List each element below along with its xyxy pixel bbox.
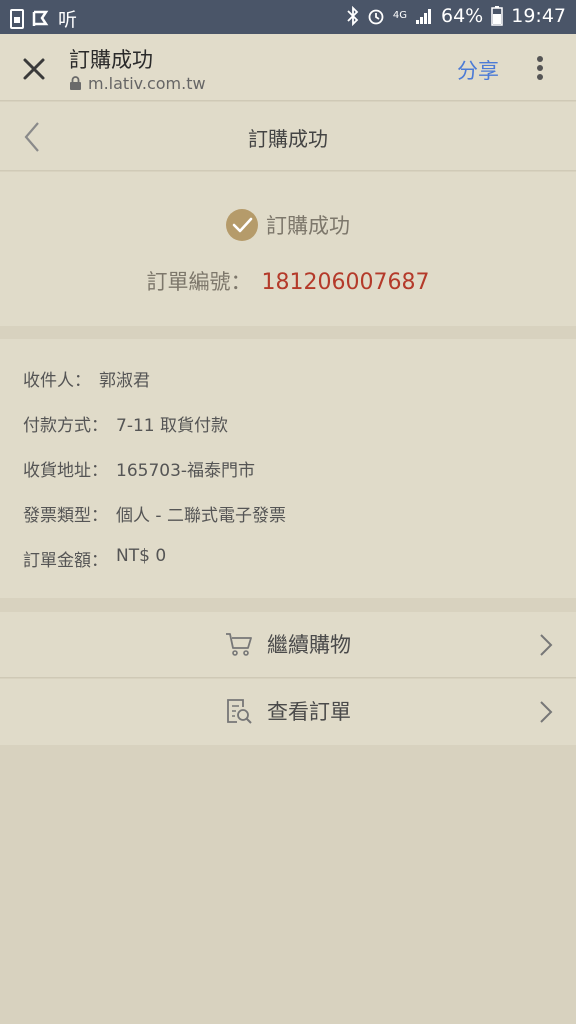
shipping-address-value: 165703-福泰門市 — [116, 461, 256, 481]
recipient-row: 收件人： 郭淑君 — [23, 366, 150, 391]
order-details: 收件人： 郭淑君 付款方式： 7-11 取貨付款 收貨地址： 165703-福泰… — [0, 339, 576, 598]
success-message: 訂購成功 — [266, 214, 350, 238]
continue-shopping-label: 繼續購物 — [267, 633, 351, 657]
success-message-row: 訂購成功 — [0, 209, 576, 241]
url-text: m.lativ.com.tw — [88, 74, 206, 93]
view-orders-content: 查看訂單 — [0, 696, 576, 726]
sim-card-icon — [10, 8, 24, 29]
more-vertical-icon — [537, 56, 543, 80]
order-amount-value: NT$ 0 — [116, 546, 167, 566]
more-options-button[interactable] — [528, 54, 552, 82]
shopping-cart-icon — [226, 633, 252, 656]
lock-icon — [70, 76, 81, 90]
payment-method-row: 付款方式： 7-11 取貨付款 — [23, 411, 228, 436]
url-row: m.lativ.com.tw — [69, 74, 206, 93]
invoice-type-label: 發票類型： — [23, 506, 108, 526]
chevron-right-icon — [540, 701, 553, 723]
check-circle-icon — [226, 209, 258, 241]
signal-icon — [415, 8, 433, 24]
share-button[interactable]: 分享 — [457, 55, 499, 85]
browser-toolbar: 訂購成功 m.lativ.com.tw 分享 — [0, 34, 576, 101]
shipping-address-label: 收貨地址： — [23, 461, 108, 481]
chevron-right-icon — [540, 634, 553, 656]
status-bar: 听 4G 64% 19:47 — [0, 0, 576, 34]
close-icon — [23, 58, 45, 80]
app-notification-text: 听 — [58, 9, 78, 31]
close-button[interactable] — [18, 53, 50, 85]
order-search-icon — [227, 699, 252, 724]
battery-percent: 64% — [441, 5, 484, 27]
order-number-value: 181206007687 — [261, 270, 430, 295]
payment-method-value: 7-11 取貨付款 — [116, 416, 228, 436]
invoice-type-row: 發票類型： 個人 - 二聯式電子發票 — [23, 501, 286, 526]
order-amount-row: 訂單金額： NT$ 0 — [23, 546, 166, 571]
browser-page-title: 訂購成功 — [69, 48, 153, 72]
recipient-value: 郭淑君 — [99, 371, 150, 391]
invoice-type-value: 個人 - 二聯式電子發票 — [116, 506, 286, 526]
success-panel: 訂購成功 訂單編號： 181206007687 — [0, 172, 576, 326]
shipping-address-row: 收貨地址： 165703-福泰門市 — [23, 456, 255, 481]
status-bar-left: 听 — [10, 5, 77, 32]
order-number-row: 訂單編號： 181206007687 — [0, 266, 576, 296]
continue-shopping-content: 繼續購物 — [0, 629, 576, 659]
payment-method-label: 付款方式： — [23, 416, 108, 436]
network-4g-icon: 4G — [392, 10, 407, 21]
view-orders-button[interactable]: 查看訂單 — [0, 679, 576, 745]
status-bar-right: 4G 64% 19:47 — [347, 5, 566, 27]
alarm-icon — [367, 7, 385, 25]
page-header: 訂購成功 — [0, 102, 576, 171]
battery-icon — [491, 6, 503, 26]
page-title: 訂購成功 — [248, 127, 328, 151]
clock: 19:47 — [511, 5, 566, 27]
order-number-label: 訂單編號： — [146, 270, 252, 294]
flag-icon — [32, 10, 50, 28]
view-orders-label: 查看訂單 — [267, 700, 351, 724]
recipient-label: 收件人： — [23, 371, 91, 391]
bluetooth-icon — [347, 6, 359, 26]
continue-shopping-button[interactable]: 繼續購物 — [0, 612, 576, 678]
order-amount-label: 訂單金額： — [23, 551, 108, 571]
